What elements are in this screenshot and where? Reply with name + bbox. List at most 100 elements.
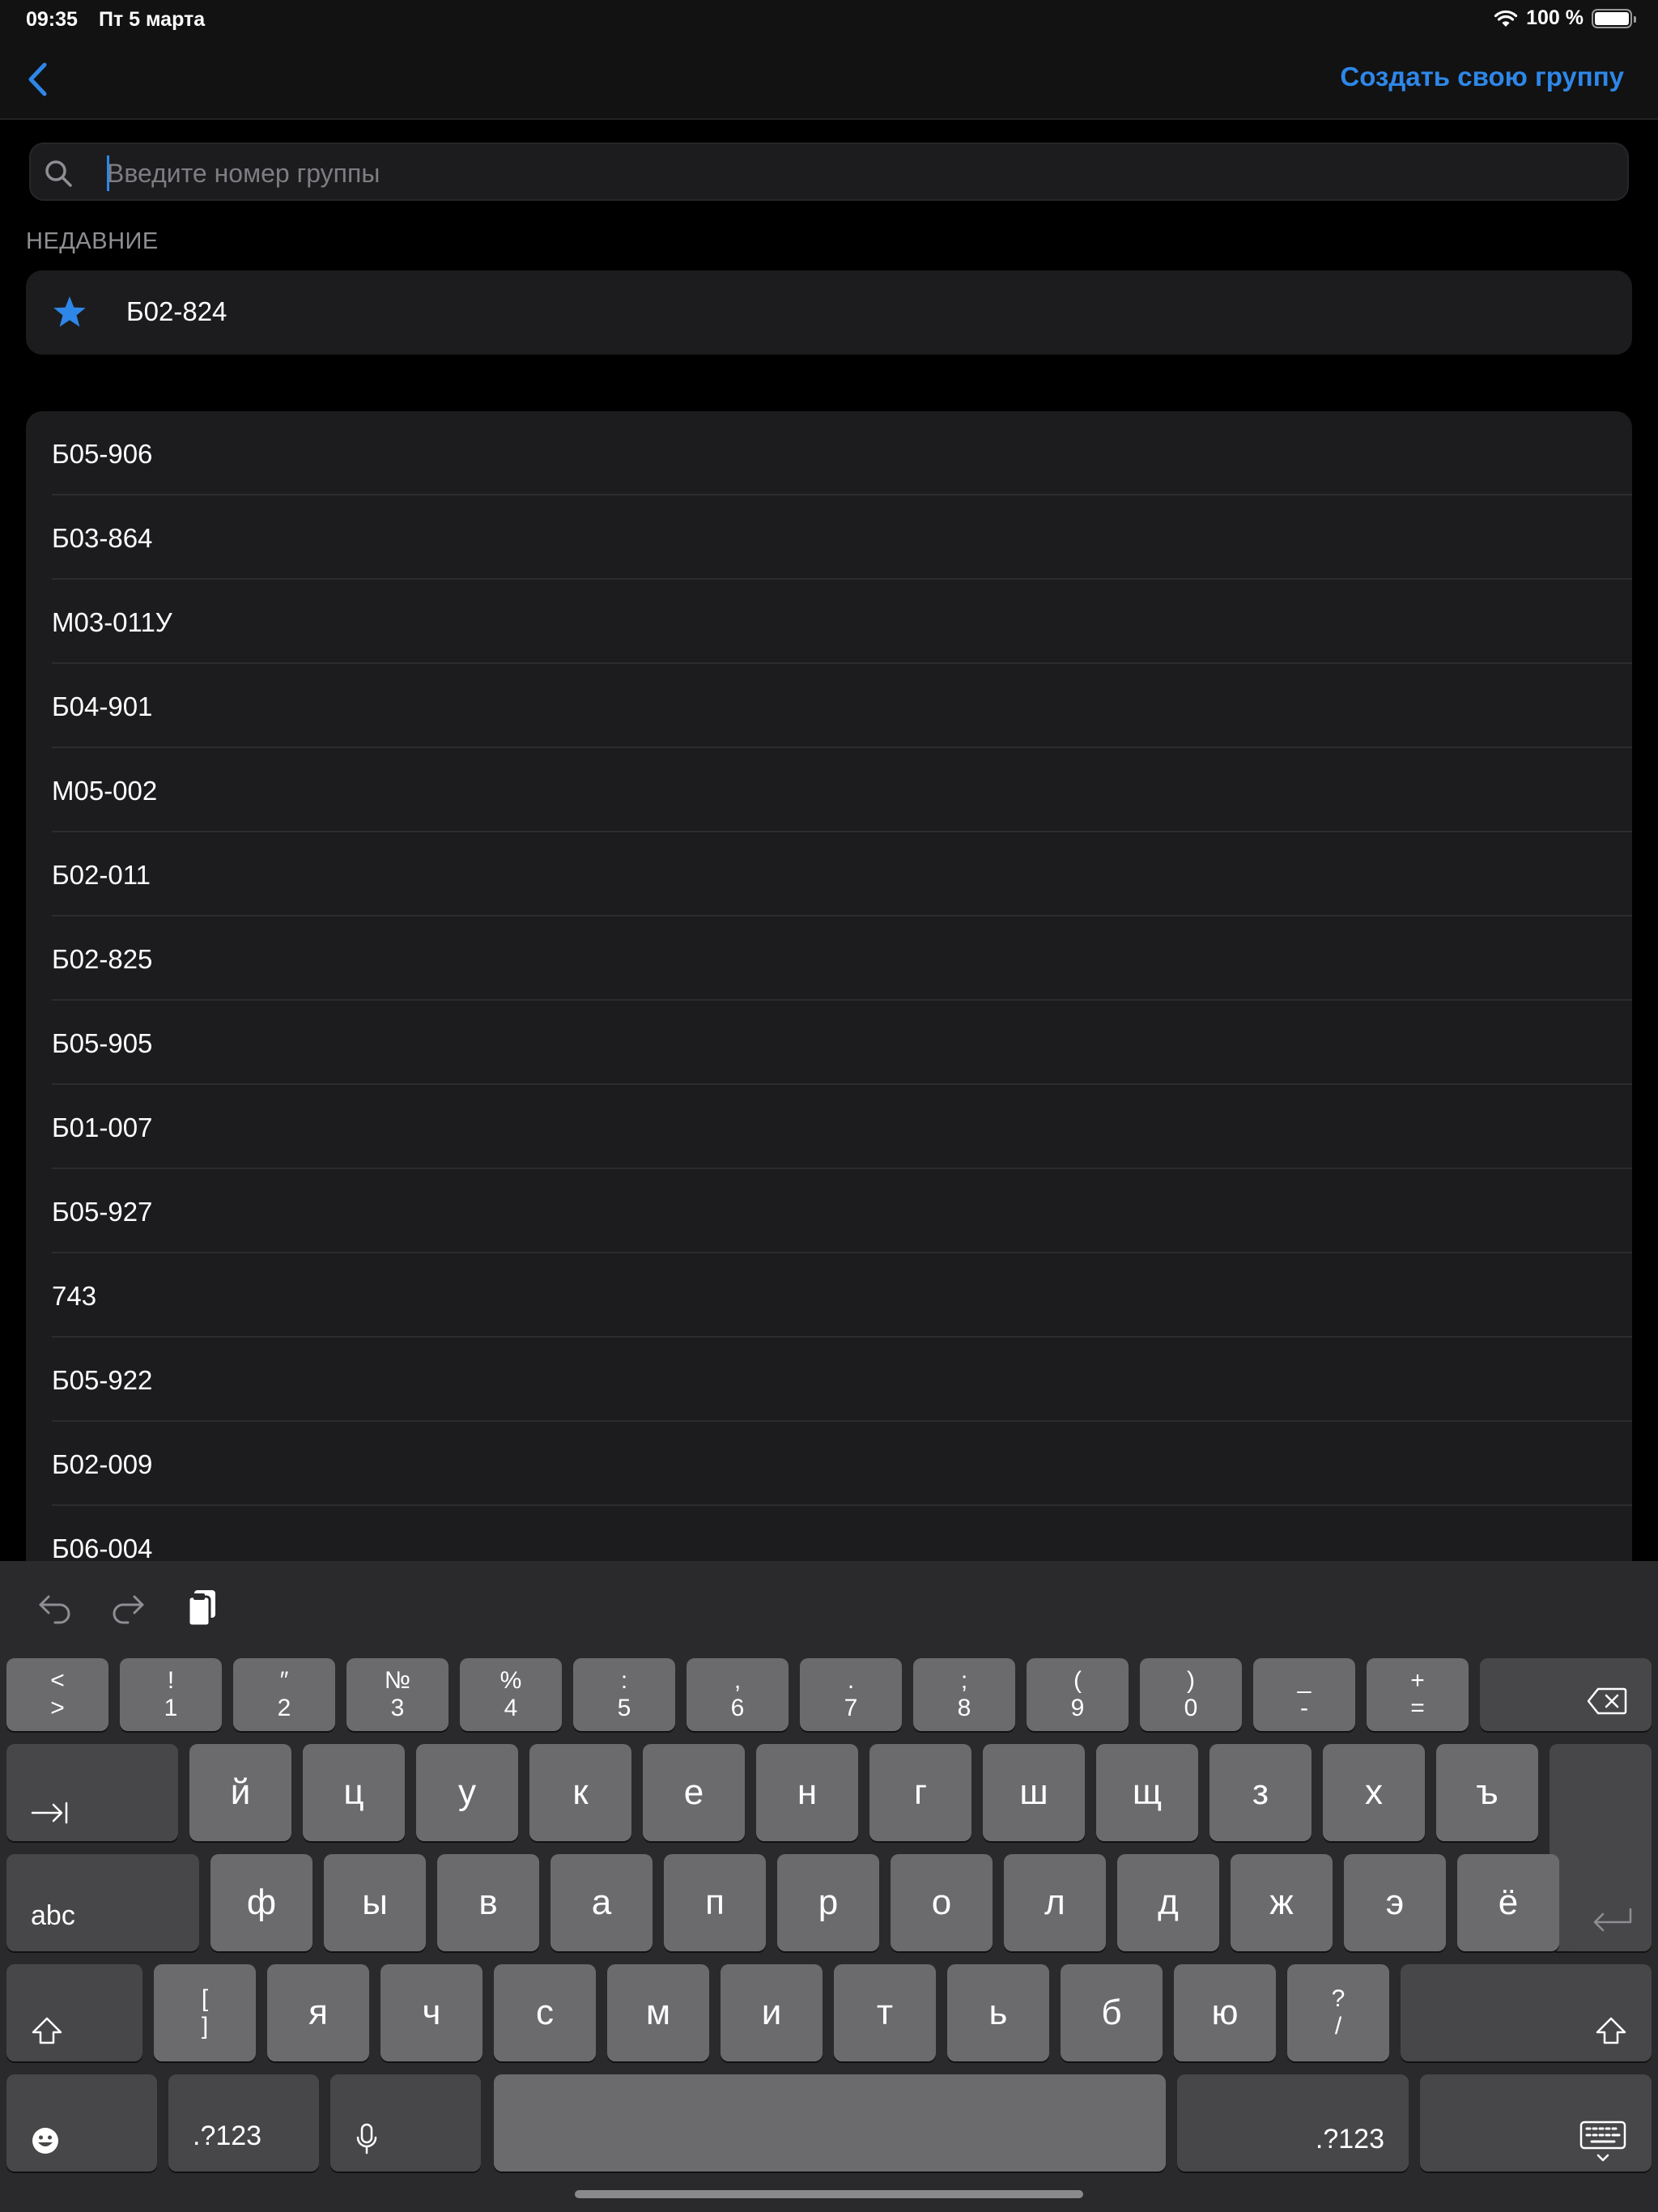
key-н[interactable]: н [756, 1744, 858, 1841]
key-к[interactable]: к [529, 1744, 631, 1841]
list-item[interactable]: Б05-906 [26, 411, 1632, 496]
hide-keyboard-key[interactable] [1420, 2074, 1652, 2172]
key-а[interactable]: а [551, 1854, 653, 1951]
backspace-key[interactable] [1480, 1658, 1652, 1731]
key-9[interactable]: (9 [1027, 1658, 1129, 1731]
key-2[interactable]: ″ 2 [233, 1658, 335, 1731]
space-key[interactable] [494, 2074, 1166, 2172]
status-indicators: 100 % [1494, 6, 1636, 30]
battery-percent: 100 % [1526, 6, 1584, 29]
undo-icon [39, 1595, 70, 1624]
list-item[interactable]: М03-011У [26, 580, 1632, 664]
key-5[interactable]: :5 [573, 1658, 675, 1731]
key-с[interactable]: с [494, 1964, 596, 2061]
key-б[interactable]: б [1061, 1964, 1163, 2061]
list-item[interactable]: Б03-864 [26, 496, 1632, 580]
wifi-icon [1494, 10, 1518, 27]
key-4[interactable]: % 4 [460, 1658, 562, 1731]
back-button[interactable] [15, 57, 60, 102]
search-input[interactable] [107, 154, 1613, 193]
key-о[interactable]: о [891, 1854, 993, 1951]
list-item[interactable]: Б02-825 [26, 917, 1632, 1001]
key-з[interactable]: з [1209, 1744, 1312, 1841]
key-ц[interactable]: ц [303, 1744, 405, 1841]
key-7[interactable]: .7 [800, 1658, 902, 1731]
key-л[interactable]: л [1004, 1854, 1106, 1951]
key-6[interactable]: ,6 [687, 1658, 789, 1731]
group-label: Б02-009 [52, 1449, 153, 1479]
group-label: Б02-825 [52, 944, 153, 974]
tab-key[interactable] [6, 1744, 178, 1841]
key-р[interactable]: р [777, 1854, 879, 1951]
list-item[interactable]: 743 [26, 1253, 1632, 1338]
key-т[interactable]: т [834, 1964, 936, 2061]
key-п[interactable]: п [664, 1854, 766, 1951]
key-8[interactable]: ; 8 [913, 1658, 1015, 1731]
search-field[interactable] [29, 143, 1629, 201]
tab-arrow-icon [31, 1802, 68, 1824]
list-item[interactable]: Б01-007 [26, 1085, 1632, 1169]
delete-backward-icon [1587, 1687, 1627, 1715]
list-item[interactable]: Б05-905 [26, 1001, 1632, 1085]
list-item[interactable]: Б06-004 [26, 1506, 1632, 1561]
list-item[interactable]: Б05-922 [26, 1338, 1632, 1422]
recent-group-item[interactable]: Б02-824 [26, 270, 1632, 355]
key-й[interactable]: й [189, 1744, 291, 1841]
key-ъ[interactable]: ъ [1436, 1744, 1538, 1841]
recent-section-header: НЕДАВНИЕ [26, 228, 159, 254]
list-item[interactable]: Б05-927 [26, 1169, 1632, 1253]
key-ь[interactable]: ь [947, 1964, 1049, 2061]
key-в[interactable]: в [437, 1854, 539, 1951]
dictation-key[interactable] [330, 2074, 481, 2172]
search-icon [45, 160, 72, 187]
key-э[interactable]: э [1344, 1854, 1446, 1951]
key-ч[interactable]: ч [380, 1964, 483, 2061]
key-3[interactable]: № 3 [346, 1658, 449, 1731]
emoji-key[interactable] [6, 2074, 157, 2172]
paste-button[interactable] [180, 1585, 225, 1631]
list-item[interactable]: Б02-009 [26, 1422, 1632, 1506]
group-label: М03-011У [52, 607, 172, 637]
key-г[interactable]: г [869, 1744, 971, 1841]
shift-key-right[interactable] [1401, 1964, 1652, 2061]
shift-key-left[interactable] [6, 1964, 142, 2061]
key-ж[interactable]: ж [1231, 1854, 1333, 1951]
status-bar: 09:35 Пт 5 марта 100 % [0, 0, 1658, 39]
key-equals[interactable]: + = [1367, 1658, 1469, 1731]
key-я[interactable]: я [267, 1964, 369, 2061]
key-и[interactable]: и [721, 1964, 823, 2061]
key-д[interactable]: д [1117, 1854, 1219, 1951]
key-х[interactable]: х [1323, 1744, 1425, 1841]
group-label: 743 [52, 1281, 97, 1311]
key-brackets[interactable]: [] [154, 1964, 256, 2061]
key-ё[interactable]: ё [1457, 1854, 1559, 1951]
key-ш[interactable]: ш [983, 1744, 1085, 1841]
numbers-key-right[interactable]: .?123 [1177, 2074, 1409, 2172]
key-question-slash[interactable]: ? / [1287, 1964, 1389, 2061]
key-0[interactable]: ) 0 [1140, 1658, 1242, 1731]
key-ю[interactable]: ю [1174, 1964, 1276, 2061]
key-щ[interactable]: щ [1096, 1744, 1198, 1841]
key-у[interactable]: у [416, 1744, 518, 1841]
create-group-button[interactable]: Создать свою группу [1340, 62, 1624, 92]
group-label: М05-002 [52, 776, 158, 806]
home-indicator[interactable] [575, 2190, 1083, 2198]
group-list: Б05-906 Б03-864 М03-011У Б04-901 М05-002… [26, 411, 1632, 1561]
key-м[interactable]: м [607, 1964, 709, 2061]
star-icon [53, 296, 86, 327]
numbers-key-left[interactable]: .?123 [168, 2074, 319, 2172]
redo-button[interactable] [105, 1585, 151, 1631]
abc-key[interactable]: abc [6, 1854, 199, 1951]
list-item[interactable]: Б04-901 [26, 664, 1632, 748]
key-ф[interactable]: ф [210, 1854, 312, 1951]
key-1[interactable]: ! 1 [120, 1658, 222, 1731]
key-е[interactable]: е [643, 1744, 745, 1841]
list-item[interactable]: Б02-011 [26, 832, 1632, 917]
list-item[interactable]: М05-002 [26, 748, 1632, 832]
undo-button[interactable] [32, 1585, 78, 1631]
key-less-greater[interactable]: < > [6, 1658, 108, 1731]
status-date: Пт 5 марта [99, 8, 206, 31]
key-minus[interactable]: _ - [1253, 1658, 1355, 1731]
key-ы[interactable]: ы [324, 1854, 426, 1951]
group-label: Б04-901 [52, 691, 153, 721]
